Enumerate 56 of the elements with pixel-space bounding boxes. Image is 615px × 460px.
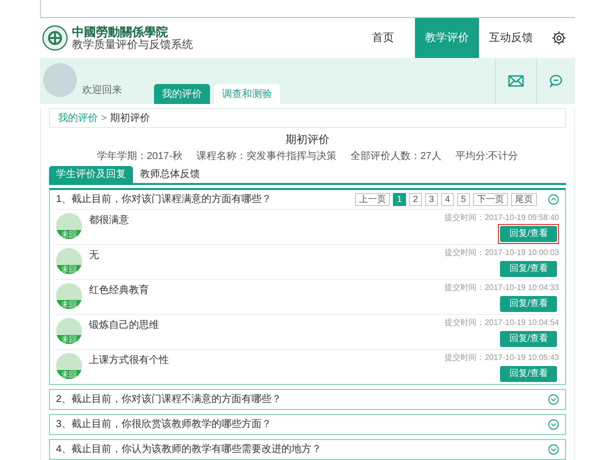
response-text: 都很满意: [89, 214, 129, 228]
pagination-button[interactable]: 4: [440, 193, 454, 206]
status-label: 未回: [56, 265, 82, 274]
course-info: 平均分:不计分: [455, 151, 518, 163]
reply-view-button[interactable]: 回复/查看: [500, 296, 557, 312]
submit-time: 提交时间：2017-10-19 10:04:54: [444, 317, 559, 328]
logo-icon: [42, 25, 68, 51]
reply-view-button[interactable]: 回复/查看: [500, 366, 557, 382]
collapse-icon[interactable]: [548, 194, 559, 205]
question-text: 3、截止目前，你很欣赏该教师教学的哪些方面？: [56, 418, 273, 432]
course-info: 全部评价人数：27人: [350, 151, 442, 163]
reply-view-button[interactable]: 回复/查看: [500, 331, 557, 347]
submit-time: 提交时间：2017-10-19 09:58:40: [444, 212, 559, 223]
course-info: 课程名称：突发事件指挥与决策: [196, 151, 336, 163]
breadcrumb-separator: >: [101, 112, 107, 126]
mail-icon[interactable]: [508, 75, 524, 87]
expand-icon[interactable]: [548, 419, 559, 430]
question-text: 4、截止目前，你认为该教师的教学有哪些需要改进的地方？: [56, 442, 323, 457]
submit-time: 提交时间：2017-10-19 10:04:33: [444, 282, 559, 293]
chat-icon[interactable]: [549, 74, 563, 88]
nav-tab[interactable]: 教学评价: [415, 18, 479, 58]
reply-view-button[interactable]: 回复/查看: [500, 261, 557, 277]
breadcrumb-current: 期初评价: [110, 112, 150, 126]
pagination-button[interactable]: 上一页: [354, 193, 390, 206]
response-text: 锻炼自己的思维: [89, 318, 159, 333]
status-label: 未回: [56, 335, 82, 344]
reply-view-button[interactable]: 回复/查看: [500, 226, 557, 242]
pagination-button[interactable]: 下一页: [473, 193, 508, 206]
expand-icon[interactable]: [548, 394, 559, 405]
submit-time: 提交时间：2017-10-19 10:00:03: [444, 247, 559, 258]
pagination-button[interactable]: 2: [408, 193, 422, 206]
system-name: 教学质量评价与反馈系统: [72, 40, 193, 50]
status-label: 未回: [56, 300, 82, 309]
pagination-button[interactable]: 3: [424, 193, 438, 206]
avatar: [43, 63, 77, 97]
breadcrumb-link[interactable]: 我的评价: [58, 110, 98, 126]
course-info: 学年学期：2017-秋: [96, 151, 182, 163]
status-label: 未回: [56, 230, 82, 239]
page-title: 期初评价: [284, 133, 330, 147]
pagination-button[interactable]: 1: [392, 193, 406, 206]
section-tab[interactable]: 学生评价及回复: [49, 166, 133, 183]
question-text: 1、截止目前，你对该门课程满意的方面有哪些？: [56, 192, 273, 207]
status-label: 未回: [56, 370, 82, 379]
logo-title: 中國勞動關係學院: [72, 26, 169, 38]
profile-tab[interactable]: 调查和测验: [214, 84, 280, 104]
settings-icon[interactable]: [551, 30, 567, 46]
profile-tab[interactable]: 我的评价: [154, 84, 210, 104]
pagination-button[interactable]: 尾页: [511, 193, 537, 206]
response-text: 红色经典教育: [89, 284, 149, 298]
pagination-button[interactable]: 5: [456, 193, 470, 206]
greeting-text: 欢迎回来: [82, 84, 122, 98]
response-text: 上课方式很有个性: [89, 354, 169, 368]
response-text: 无: [89, 249, 99, 263]
submit-time: 提交时间：2017-10-19 10:05:43: [444, 352, 559, 363]
question-text: 2、截止目前，你对该门课程不满意的方面有哪些？: [56, 392, 283, 407]
expand-icon[interactable]: [548, 444, 559, 455]
